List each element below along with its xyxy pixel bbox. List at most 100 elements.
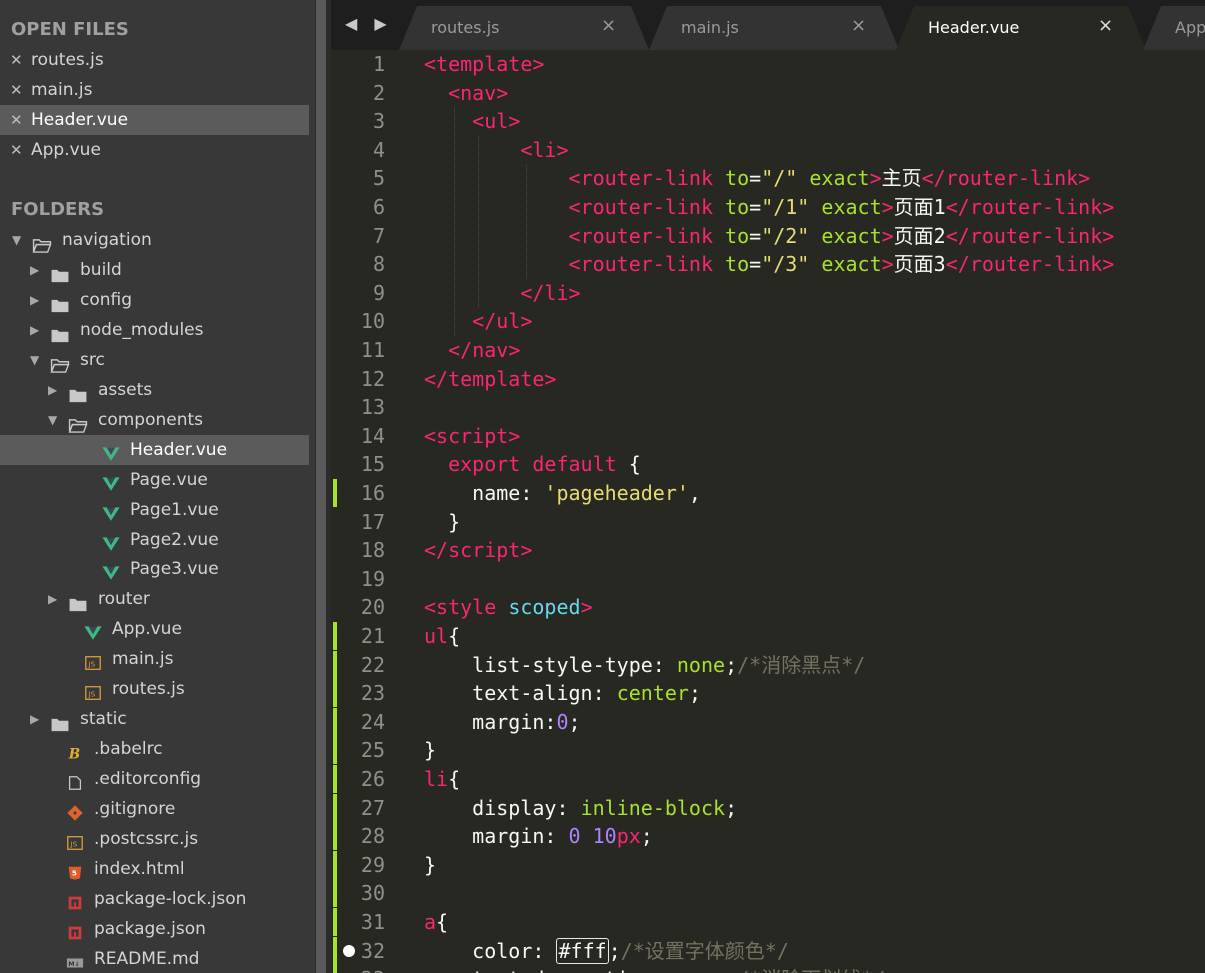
tree-item[interactable]: Page1.vue xyxy=(0,495,309,525)
sidebar-scrollbar-thumb[interactable] xyxy=(316,0,326,973)
tree-item[interactable]: ▼ src xyxy=(0,345,309,375)
code-line[interactable]: <nav> xyxy=(424,79,508,108)
tree-item[interactable]: ▼ navigation xyxy=(0,225,309,255)
code-token: script xyxy=(448,538,521,563)
tab-app-vue[interactable]: App.vue xyxy=(1143,6,1205,50)
code-line[interactable]: </li> xyxy=(424,279,580,308)
tree-item[interactable]: JS .postcssrc.js xyxy=(0,824,309,854)
tree-item[interactable]: Page2.vue xyxy=(0,525,309,555)
tree-item[interactable]: App.vue xyxy=(0,614,309,644)
code-token: ; xyxy=(725,795,738,820)
chevron-down-icon[interactable]: ▼ xyxy=(12,225,21,255)
open-file-item[interactable]: ✕ Header.vue xyxy=(0,105,309,135)
code-line[interactable]: display: inline-block; xyxy=(424,794,737,823)
close-icon[interactable]: ✕ xyxy=(10,75,23,105)
code-line[interactable]: } xyxy=(424,736,436,765)
tree-item[interactable]: JS routes.js xyxy=(0,674,309,704)
chevron-right-icon[interactable]: ▶ xyxy=(30,255,39,285)
tab-close-icon[interactable]: × xyxy=(601,15,616,36)
code-line[interactable]: text-align: center; xyxy=(424,679,701,708)
code-line[interactable]: <router-link to="/2" exact>页面2</router-l… xyxy=(424,222,1115,251)
code-line[interactable]: <li> xyxy=(424,136,568,165)
tree-item[interactable]: ▶ assets xyxy=(0,375,309,405)
tree-item[interactable]: Page3.vue xyxy=(0,554,309,584)
chevron-right-icon[interactable]: ▶ xyxy=(30,285,39,315)
code-line[interactable]: </template> xyxy=(424,365,556,394)
tree-item[interactable]: Page.vue xyxy=(0,465,309,495)
chevron-right-icon[interactable]: ▶ xyxy=(48,584,57,614)
code-token: ul xyxy=(424,624,449,648)
chevron-right-icon[interactable]: ▶ xyxy=(30,704,39,734)
open-file-item[interactable]: ✕ main.js xyxy=(0,75,309,105)
tree-item[interactable]: ▶ build xyxy=(0,255,309,285)
code-line[interactable]: a{ xyxy=(424,908,448,937)
line-number-gutter: 1 2 3 4 5 6 7 8 9 10 11 12 13 14 15 16 17 18 19 20 21 22 23 24 2… xyxy=(331,50,401,973)
modified-line-marker xyxy=(333,936,337,965)
tab-main-js[interactable]: main.js × xyxy=(649,6,899,50)
code-token: px xyxy=(616,824,641,849)
tab-nav-arrows-icon[interactable]: ◀ ▶ xyxy=(345,14,393,33)
tree-item[interactable]: ▶ router xyxy=(0,584,309,614)
code-line[interactable]: ul{ xyxy=(424,622,460,651)
code-line[interactable]: color: #fff ;/*设置字体颜色*/ xyxy=(424,937,789,966)
tree-item[interactable]: .gitignore xyxy=(0,794,309,824)
code-token: li xyxy=(424,767,449,791)
close-icon[interactable]: ✕ xyxy=(10,45,23,75)
line-number: 7 xyxy=(372,223,385,248)
tree-item[interactable]: ▶ config xyxy=(0,285,309,315)
code-line[interactable]: <router-link to="/" exact>主页</router-lin… xyxy=(424,164,1091,193)
tree-item[interactable]: ▶ node_modules xyxy=(0,315,309,345)
tree-item[interactable]: ▶ static xyxy=(0,704,309,734)
code-line[interactable]: name: 'pageheader', xyxy=(424,479,701,508)
code-line[interactable]: li{ xyxy=(424,765,460,794)
tab-routes-js[interactable]: routes.js × xyxy=(399,6,649,50)
tab-close-icon[interactable]: × xyxy=(851,15,866,36)
code-line[interactable]: text-decoration: none;/*消除下划线*/ xyxy=(424,965,885,973)
code-token: < xyxy=(568,223,581,248)
code-line[interactable]: <script> xyxy=(424,422,520,451)
chevron-down-icon[interactable]: ▼ xyxy=(48,405,57,435)
chevron-right-icon[interactable]: ▶ xyxy=(48,375,57,405)
tree-item-label: index.html xyxy=(94,858,185,879)
code-line[interactable]: <template> xyxy=(424,50,544,79)
code-token: ; xyxy=(568,709,581,734)
open-file-item[interactable]: ✕ routes.js xyxy=(0,45,309,75)
chevron-down-icon[interactable]: ▼ xyxy=(30,345,39,375)
tree-item[interactable]: B .babelrc xyxy=(0,734,309,764)
tree-item[interactable]: 5 index.html xyxy=(0,854,309,884)
tree-item[interactable]: .editorconfig xyxy=(0,764,309,794)
code-line[interactable]: margin: 0 10px; xyxy=(424,822,653,851)
close-icon[interactable]: ✕ xyxy=(10,135,23,165)
tree-item[interactable]: JS main.js xyxy=(0,644,309,674)
code-token: > xyxy=(1102,195,1115,219)
code-token: margin xyxy=(472,709,545,734)
tree-item[interactable]: ▼ components xyxy=(0,405,309,435)
tree-item[interactable]: M↓ README.md xyxy=(0,944,309,973)
code-line[interactable]: </script> xyxy=(424,536,532,565)
code-editor[interactable]: 1 2 3 4 5 6 7 8 9 10 11 12 13 14 15 16 17 18 19 20 21 22 23 24 2… xyxy=(331,50,1205,973)
tab-label: main.js xyxy=(681,18,739,37)
code-line[interactable]: <ul> xyxy=(424,107,520,136)
tree-item[interactable]: package-lock.json xyxy=(0,884,309,914)
tree-item[interactable]: package.json xyxy=(0,914,309,944)
code-line[interactable]: <router-link to="/1" exact>页面1</router-l… xyxy=(424,193,1115,222)
code-line[interactable]: <router-link to="/3" exact>页面3</router-l… xyxy=(424,250,1115,279)
line-number: 32 xyxy=(360,938,385,963)
code-line[interactable]: <style scoped> xyxy=(424,593,593,622)
tree-item[interactable]: Header.vue xyxy=(0,434,309,465)
tab-header-vue[interactable]: Header.vue × xyxy=(896,6,1146,50)
code-line[interactable]: </nav> xyxy=(424,336,520,365)
code-line[interactable]: } xyxy=(424,508,460,537)
open-file-item[interactable]: ✕ App.vue xyxy=(0,135,309,165)
close-icon[interactable]: ✕ xyxy=(10,105,23,135)
code-line[interactable]: } xyxy=(424,851,436,880)
tab-close-icon[interactable]: × xyxy=(1098,15,1113,36)
chevron-right-icon[interactable]: ▶ xyxy=(30,315,39,345)
code-line[interactable]: margin:0; xyxy=(424,708,581,737)
line-number: 26 xyxy=(360,767,385,791)
code-line[interactable]: list-style-type: none;/*消除黑点*/ xyxy=(424,651,865,680)
code-line[interactable]: </ul> xyxy=(424,307,532,336)
code-token: exact xyxy=(821,252,882,277)
code-line[interactable]: export default { xyxy=(424,450,641,479)
